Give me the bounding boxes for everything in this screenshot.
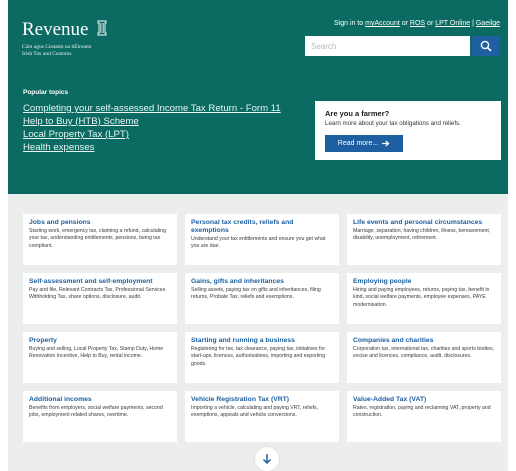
topic-card-description: Starting work, emergency tax, claiming a… bbox=[29, 228, 166, 249]
topic-card-description: Understand your tax entitlements and ens… bbox=[191, 236, 326, 250]
topic-card-life-events[interactable]: Life events and personal circumstances M… bbox=[347, 214, 501, 265]
farmer-description: Learn more about your tax obligations an… bbox=[325, 120, 461, 127]
topic-card-description: Buying and selling, Local Property Tax, … bbox=[29, 346, 164, 360]
popular-link-htb[interactable]: Help to Buy (HTB) Scheme bbox=[23, 115, 281, 128]
myaccount-link[interactable]: myAccount bbox=[365, 20, 400, 27]
read-more-label: Read more... bbox=[337, 140, 379, 147]
topic-card-companies-charities[interactable]: Companies and charities Corporation tax,… bbox=[347, 332, 501, 383]
logo-text: Revenue bbox=[22, 19, 89, 40]
topic-card-description: Marriage, separation, having children, i… bbox=[353, 228, 491, 242]
topic-card-self-assessment[interactable]: Self-assessment and self-employment Pay … bbox=[23, 273, 177, 324]
ros-link[interactable]: ROS bbox=[410, 20, 425, 27]
topic-card-title: Employing people bbox=[353, 278, 412, 285]
topic-card-description: Corporation tax, international tax, char… bbox=[353, 346, 495, 360]
logo-subtitle-english: Irish Tax and Customs bbox=[22, 51, 72, 57]
sign-in-text: Sign in to bbox=[334, 20, 364, 27]
topic-card-personal-tax-credits[interactable]: Personal tax credits, reliefs and exempt… bbox=[185, 214, 339, 265]
topic-card-title: Life events and personal circumstances bbox=[353, 219, 483, 226]
topic-card-description: Benefits from employers, social welfare … bbox=[29, 405, 163, 419]
topic-card-title: Personal tax credits, reliefs and exempt… bbox=[191, 219, 294, 234]
topic-card-title: Value-Added Tax (VAT) bbox=[353, 396, 427, 403]
search-button[interactable] bbox=[472, 36, 500, 56]
search-bar bbox=[305, 36, 500, 56]
farmer-promo-card: Are you a farmer? Learn more about your … bbox=[315, 101, 501, 160]
topic-card-jobs-pensions[interactable]: Jobs and pensions Starting work, emergen… bbox=[23, 214, 177, 265]
topic-card-description: Rates, registration, paying and reclaimi… bbox=[353, 405, 491, 419]
topic-card-title: Gains, gifts and inheritances bbox=[191, 278, 284, 285]
topic-card-title: Self-assessment and self-employment bbox=[29, 278, 153, 285]
farmer-title: Are you a farmer? bbox=[325, 109, 390, 118]
top-links: Sign in to myAccount or ROS or LPT Onlin… bbox=[334, 20, 500, 27]
arrow-down-icon bbox=[262, 454, 272, 465]
popular-link-lpt[interactable]: Local Property Tax (LPT) bbox=[23, 128, 281, 141]
revenue-logo[interactable]: Revenue Cáin agus Custaim na hÉireann Ir… bbox=[22, 20, 108, 58]
topic-card-property[interactable]: Property Buying and selling, Local Prope… bbox=[23, 332, 177, 383]
popular-link-form11[interactable]: Completing your self-assessed Income Tax… bbox=[23, 102, 281, 115]
topic-card-description: Selling assets, paying tax on gifts and … bbox=[191, 287, 321, 301]
logo-subtitle: Cáin agus Custaim na hÉireann Irish Tax … bbox=[22, 44, 108, 58]
topic-card-employing-people[interactable]: Employing people Hiring and paying emplo… bbox=[347, 273, 501, 324]
topic-card-gains-gifts[interactable]: Gains, gifts and inheritances Selling as… bbox=[185, 273, 339, 324]
topic-card-vrt[interactable]: Vehicle Registration Tax (VRT) Importing… bbox=[185, 391, 339, 442]
harp-icon bbox=[96, 20, 108, 41]
topic-card-title: Property bbox=[29, 337, 57, 344]
topic-card-business[interactable]: Starting and running a business Register… bbox=[185, 332, 339, 383]
topic-card-description: Hiring and paying employees, returns, pa… bbox=[353, 287, 490, 308]
topic-card-description: Pay and file, Relevant Contracts Tax, Pr… bbox=[29, 287, 166, 301]
site-header: Revenue Cáin agus Custaim na hÉireann Ir… bbox=[8, 0, 508, 194]
popular-link-health[interactable]: Health expenses bbox=[23, 141, 281, 154]
arrow-right-icon bbox=[382, 140, 390, 147]
topic-card-title: Additional incomes bbox=[29, 396, 92, 403]
gaeilge-link[interactable]: Gaeilge bbox=[476, 20, 500, 27]
popular-topics: Popular topics Completing your self-asse… bbox=[23, 89, 281, 154]
topic-card-title: Jobs and pensions bbox=[29, 219, 91, 226]
search-icon bbox=[480, 40, 492, 52]
topic-card-title: Vehicle Registration Tax (VRT) bbox=[191, 396, 290, 403]
topic-card-title: Starting and running a business bbox=[191, 337, 295, 344]
or-text-2: or bbox=[427, 20, 434, 27]
topic-card-description: Importing a vehicle, calculating and pay… bbox=[191, 405, 319, 419]
search-input[interactable] bbox=[305, 36, 470, 56]
or-text: or bbox=[401, 20, 408, 27]
read-more-button[interactable]: Read more... bbox=[325, 135, 403, 152]
lpt-online-link[interactable]: LPT Online bbox=[435, 20, 470, 27]
topic-card-title: Companies and charities bbox=[353, 337, 434, 344]
scroll-down-button[interactable] bbox=[255, 447, 279, 471]
popular-topics-title: Popular topics bbox=[23, 89, 69, 96]
logo-subtitle-irish: Cáin agus Custaim na hÉireann bbox=[22, 44, 92, 50]
topic-card-additional-incomes[interactable]: Additional incomes Benefits from employe… bbox=[23, 391, 177, 442]
page-frame: Revenue Cáin agus Custaim na hÉireann Ir… bbox=[8, 0, 508, 471]
separator: | bbox=[472, 20, 474, 27]
topic-card-description: Registering for tax, tax clearance, payi… bbox=[191, 346, 326, 367]
topic-card-vat[interactable]: Value-Added Tax (VAT) Rates, registratio… bbox=[347, 391, 501, 442]
